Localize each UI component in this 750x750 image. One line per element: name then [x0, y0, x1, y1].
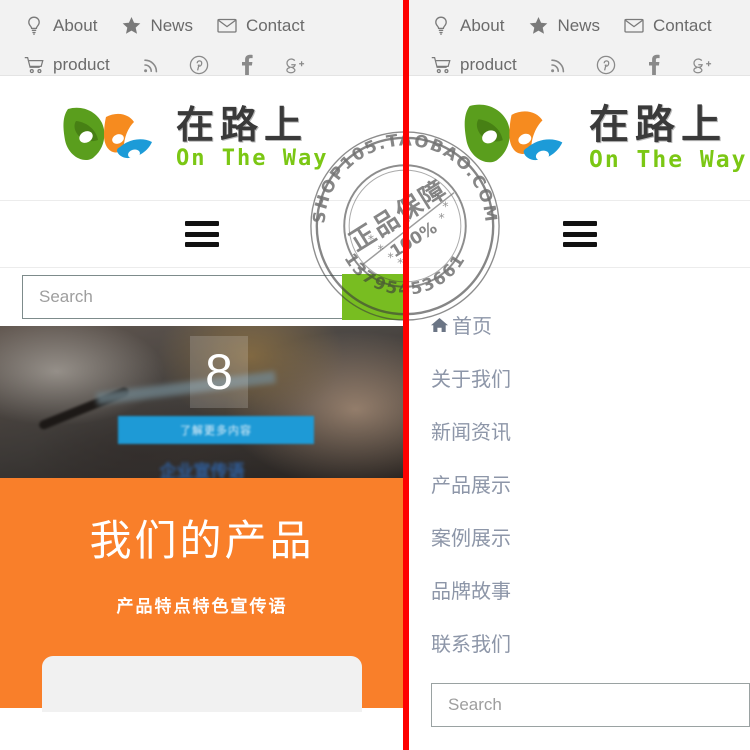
- cart-icon: [431, 55, 451, 75]
- topbar-link-news-label: News: [557, 16, 600, 35]
- sidebar-search-placeholder: Search: [448, 695, 502, 714]
- hamburger-bar: [562, 231, 597, 237]
- top-utility-bar-right: About News Contact product: [409, 0, 750, 76]
- nav-item-brand-story-label: 品牌故事: [431, 579, 511, 603]
- topbar-link-contact[interactable]: Contact: [217, 16, 305, 36]
- topbar-link-contact[interactable]: Contact: [624, 16, 712, 36]
- product-section-subtitle: 产品特点特色宣传语: [116, 597, 288, 618]
- leaf-people-logo-icon: [62, 99, 158, 177]
- hamburger-bar: [562, 221, 597, 226]
- facebook-icon[interactable]: [643, 54, 665, 76]
- hero-pen-decoration: [37, 386, 131, 431]
- lightbulb-icon: [24, 16, 44, 36]
- top-utility-row-primary: About News Contact: [0, 6, 404, 45]
- hero-cta-button[interactable]: 了解更多内容: [118, 416, 314, 444]
- pinterest-icon[interactable]: [595, 54, 617, 76]
- product-card[interactable]: [42, 656, 362, 712]
- top-utility-bar: About News Contact product: [0, 0, 404, 76]
- logo-chinese-name: 在路上: [589, 101, 727, 148]
- product-section: 我们的产品 产品特点特色宣传语: [0, 478, 404, 712]
- panel-divider-line: [403, 0, 409, 750]
- logo-english-name: On The Way: [176, 146, 329, 172]
- google-plus-icon[interactable]: [284, 54, 306, 76]
- search-bar: Search: [0, 268, 404, 326]
- search-placeholder: Search: [39, 287, 93, 306]
- topbar-link-about-label: About: [53, 16, 98, 35]
- nav-item-products-label: 产品展示: [431, 473, 511, 497]
- envelope-icon: [624, 16, 644, 36]
- hero-slide-number: 8: [205, 344, 233, 400]
- hamburger-bar: [185, 221, 219, 226]
- nav-item-about-label: 关于我们: [431, 367, 511, 391]
- nav-item-home[interactable]: 首页: [431, 298, 750, 351]
- nav-item-cases[interactable]: 案例展示: [431, 510, 750, 563]
- star-icon: [528, 16, 548, 36]
- topbar-link-contact-label: Contact: [652, 16, 712, 35]
- hamburger-menu-icon[interactable]: [562, 221, 597, 247]
- cart-icon: [24, 55, 44, 75]
- logo-english-name: On The Way: [589, 146, 748, 173]
- logo-text: 在路上 On The Way: [589, 104, 747, 172]
- envelope-icon: [217, 16, 237, 36]
- sidebar-search-input[interactable]: Search: [431, 683, 750, 727]
- google-plus-icon[interactable]: [691, 54, 713, 76]
- mobile-menu-bar-right: [409, 201, 750, 268]
- topbar-link-product-label: product: [460, 55, 517, 74]
- mobile-menu-bar: [0, 201, 404, 268]
- product-section-title: 我们的产品: [89, 516, 315, 565]
- social-icon-group: [140, 54, 306, 76]
- nav-item-news[interactable]: 新闻资讯: [431, 404, 750, 457]
- social-icon-group: [547, 54, 713, 76]
- hero-paper-decoration: [95, 371, 277, 405]
- logo-chinese-name: 在路上: [176, 102, 309, 147]
- rss-icon[interactable]: [547, 54, 569, 76]
- topbar-link-news-label: News: [150, 16, 193, 35]
- logo[interactable]: 在路上 On The Way: [62, 99, 328, 177]
- hamburger-menu-icon[interactable]: [185, 221, 219, 247]
- search-submit-button[interactable]: [342, 274, 404, 320]
- nav-item-brand-story[interactable]: 品牌故事: [431, 563, 750, 616]
- hamburger-bar: [185, 242, 219, 247]
- nav-item-cases-label: 案例展示: [431, 526, 511, 550]
- hero-cta-label: 了解更多内容: [180, 425, 252, 437]
- leaf-people-logo-icon: [461, 95, 571, 181]
- nav-item-about[interactable]: 关于我们: [431, 351, 750, 404]
- topbar-link-product[interactable]: product: [24, 55, 110, 75]
- nav-item-contact-label: 联系我们: [431, 632, 511, 656]
- hero-banner: 8 了解更多内容 企业宣传语: [0, 326, 404, 478]
- home-icon: [431, 317, 448, 333]
- topbar-link-about[interactable]: About: [24, 16, 97, 36]
- nav-item-products[interactable]: 产品展示: [431, 457, 750, 510]
- topbar-link-about-label: About: [460, 16, 505, 35]
- pinterest-icon[interactable]: [188, 54, 210, 76]
- nav-item-contact[interactable]: 联系我们: [431, 616, 750, 669]
- logo[interactable]: 在路上 On The Way: [461, 95, 747, 181]
- nav-item-home-label: 首页: [452, 314, 492, 338]
- expanded-nav-menu: 首页 关于我们 新闻资讯 产品展示 案例展示 品牌故事 联系我们: [409, 268, 750, 669]
- hero-slide-counter: 8: [190, 336, 248, 408]
- screenshot-stage: About News Contact product 在路上 On The Wa…: [0, 0, 750, 750]
- topbar-link-about[interactable]: About: [431, 16, 504, 36]
- brand-header-right: 在路上 On The Way: [409, 76, 750, 201]
- search-input[interactable]: Search: [22, 275, 342, 319]
- star-icon: [121, 16, 141, 36]
- top-utility-row-primary-right: About News Contact: [409, 6, 750, 45]
- hamburger-bar: [562, 242, 597, 247]
- logo-text: 在路上 On The Way: [176, 102, 329, 172]
- brand-header: 在路上 On The Way: [0, 76, 404, 201]
- left-preview-panel: About News Contact product 在路上 On The Wa…: [0, 0, 404, 750]
- lightbulb-icon: [431, 16, 451, 36]
- topbar-link-contact-label: Contact: [245, 16, 305, 35]
- facebook-icon[interactable]: [236, 54, 258, 76]
- topbar-link-product-label: product: [53, 55, 110, 74]
- rss-icon[interactable]: [140, 54, 162, 76]
- topbar-link-product[interactable]: product: [431, 55, 517, 75]
- hero-caption: 企业宣传语: [159, 462, 245, 478]
- right-preview-panel: About News Contact product 在路上 On The Wa…: [409, 0, 750, 750]
- nav-item-news-label: 新闻资讯: [431, 420, 511, 444]
- topbar-link-news[interactable]: News: [528, 16, 600, 36]
- hamburger-bar: [185, 231, 219, 237]
- topbar-link-news[interactable]: News: [121, 16, 193, 36]
